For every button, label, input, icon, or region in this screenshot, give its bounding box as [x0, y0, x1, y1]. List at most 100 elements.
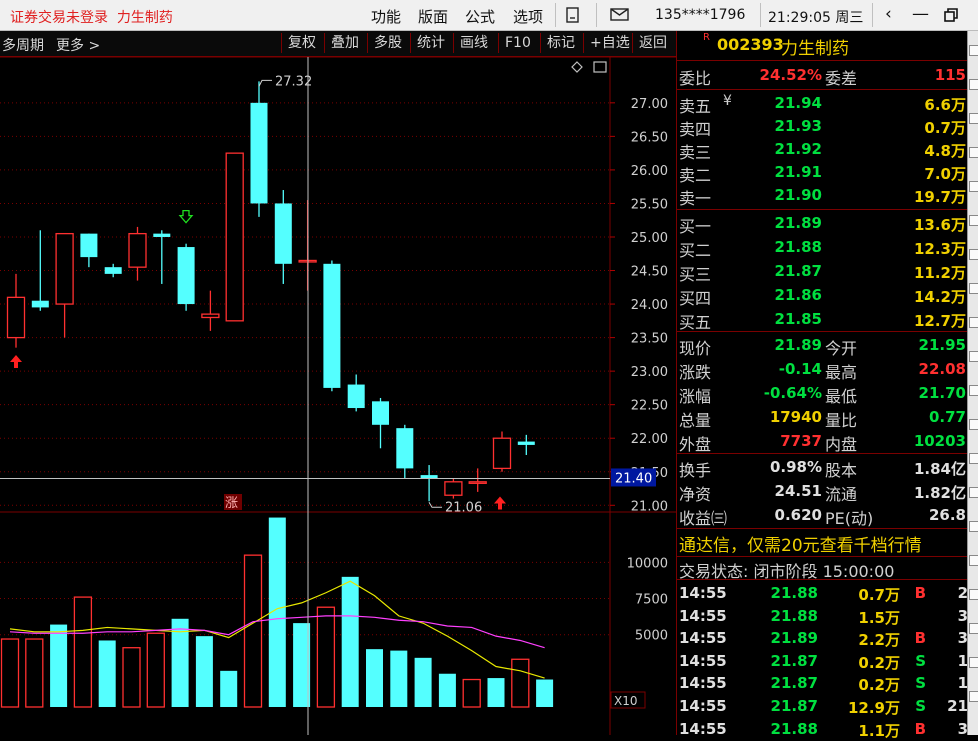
- side-icon-4[interactable]: [969, 147, 978, 158]
- return-button[interactable]: 返回: [632, 33, 667, 53]
- sell-label: 卖四: [679, 120, 712, 139]
- side-icon-3[interactable]: [969, 113, 978, 124]
- buy-row[interactable]: 买四 21.86 14.2万: [677, 284, 968, 308]
- tick-row[interactable]: 14:55 21.88 1.5万 3: [677, 605, 968, 628]
- fundamental-label: 流通: [825, 485, 858, 504]
- side-icon-13[interactable]: [969, 453, 978, 464]
- side-icon-19[interactable]: [969, 657, 978, 668]
- tick-price: 21.89: [770, 629, 818, 648]
- candle-body: [31, 300, 49, 308]
- buy-signal-arrow: [10, 354, 22, 368]
- side-icon-17[interactable]: [969, 589, 978, 600]
- tick-price: 21.88: [770, 584, 818, 602]
- overlay-button[interactable]: 叠加: [324, 33, 359, 53]
- stock-code: 002393: [717, 35, 784, 54]
- tick-row[interactable]: 14:55 21.87 0.2万 S 1: [677, 650, 968, 673]
- tick-row[interactable]: 14:55 21.88 0.7万 B 2: [677, 582, 968, 605]
- draw-line-button[interactable]: 画线: [453, 33, 488, 53]
- buy-row[interactable]: 买三 21.87 11.2万: [677, 260, 968, 284]
- weicha-label: 委差: [825, 69, 858, 88]
- minimize-icon[interactable]: —: [912, 4, 929, 24]
- side-icon-5[interactable]: [969, 181, 978, 192]
- f10-button[interactable]: F10: [498, 33, 531, 53]
- side-icon-12[interactable]: [969, 419, 978, 430]
- side-icon-11[interactable]: [969, 385, 978, 396]
- multi-stock-button[interactable]: 多股: [367, 33, 402, 53]
- tick-time: 14:55: [679, 606, 727, 625]
- tick-row[interactable]: 14:55 21.87 12.9万 S 21: [677, 695, 968, 718]
- tick-side: B: [914, 584, 926, 602]
- buy-volume: 12.7万: [913, 312, 966, 330]
- fq-button[interactable]: 复权: [281, 33, 316, 53]
- document-icon[interactable]: [566, 7, 580, 23]
- side-icon-7[interactable]: [969, 249, 978, 260]
- sell-row[interactable]: 卖二 21.91 7.0万: [677, 161, 968, 185]
- sell-signal-arrow: [178, 209, 194, 224]
- add-watchlist-button[interactable]: +自选: [583, 33, 630, 53]
- buy-volume: 12.3万: [913, 240, 966, 258]
- volume-bar: [316, 606, 336, 708]
- sell-price: 21.94: [774, 94, 822, 112]
- price-tick-label: 25.50: [631, 197, 668, 212]
- back-icon[interactable]: ‹: [885, 4, 892, 24]
- volume-bar: [414, 657, 432, 707]
- account-phone[interactable]: 135****1796: [655, 7, 745, 23]
- volume-bar: [536, 679, 554, 707]
- tick-side: B: [914, 629, 926, 648]
- kline-chart[interactable]: 27.00 26.50 26.00 25.50 25.00 24.50 24.00 23.50…: [0, 56, 676, 735]
- stat-label: 最高: [825, 363, 858, 382]
- sell-row[interactable]: 卖五 ¥21.94 6.6万: [677, 92, 968, 116]
- menu-formula[interactable]: 公式: [465, 6, 495, 27]
- buy-row[interactable]: 买一 21.89 13.6万: [677, 212, 968, 236]
- side-icon-8[interactable]: [969, 283, 978, 294]
- side-icon-14[interactable]: [969, 487, 978, 498]
- sell-row[interactable]: 卖三 21.92 4.8万: [677, 138, 968, 162]
- stats-button[interactable]: 统计: [410, 33, 445, 53]
- sell-price: 21.91: [774, 163, 822, 181]
- sell-row[interactable]: 卖四 21.93 0.7万: [677, 115, 968, 139]
- title-bar: 证券交易未登录 力生制药 功能 版面 公式 选项 135****1796 21:…: [0, 0, 978, 31]
- sell-label: 卖二: [679, 166, 712, 185]
- menu-options[interactable]: 选项: [513, 6, 543, 27]
- volume-bar: [122, 647, 141, 708]
- side-icon-18[interactable]: [969, 623, 978, 634]
- fundamental-label: 收益㈢: [679, 509, 728, 528]
- sell-row[interactable]: 卖一 21.90 19.7万: [677, 184, 968, 208]
- menu-function[interactable]: 功能: [371, 6, 401, 27]
- more-button[interactable]: 更多 >: [56, 35, 100, 55]
- side-icon-2[interactable]: [969, 79, 978, 90]
- multi-period-button[interactable]: 多周期: [2, 35, 44, 55]
- side-icon-1[interactable]: [969, 45, 978, 56]
- buy-price: 21.86: [774, 286, 822, 304]
- fundamental-value: 0.98%: [769, 458, 822, 476]
- mark-button[interactable]: 标记: [540, 33, 575, 53]
- buy-row[interactable]: 买五 21.85 12.7万: [677, 308, 968, 332]
- volume-bar: [146, 632, 165, 708]
- side-icon-9[interactable]: [969, 317, 978, 328]
- side-icon-10[interactable]: [969, 351, 978, 362]
- mail-icon[interactable]: [610, 8, 630, 22]
- price-tick-label: 26.00: [631, 164, 668, 179]
- tick-row[interactable]: 14:55 21.88 1.1万 B 3: [677, 718, 968, 741]
- side-icon-15[interactable]: [969, 521, 978, 532]
- price-tick-label: 24.00: [631, 298, 668, 313]
- stat-value: 10203: [913, 432, 966, 450]
- candle-body: [177, 247, 195, 305]
- promo-banner[interactable]: 通达信，仅需20元查看千档行情: [679, 531, 922, 556]
- side-icon-6[interactable]: [969, 215, 978, 226]
- tick-row[interactable]: 14:55 21.89 2.2万 B 3: [677, 627, 968, 650]
- menu-layout[interactable]: 版面: [418, 6, 448, 27]
- tick-price: 21.87: [770, 674, 818, 693]
- buy-row[interactable]: 买二 21.88 12.3万: [677, 236, 968, 260]
- candle-body: [468, 481, 487, 484]
- volume-unit-label: X10: [614, 694, 638, 708]
- kline-svg[interactable]: 27.00 26.50 26.00 25.50 25.00 24.50 24.00 23.50…: [0, 56, 676, 735]
- restore-icon[interactable]: [944, 8, 958, 22]
- candle-body: [153, 233, 171, 237]
- tick-row[interactable]: 14:55 21.87 0.2万 S 1: [677, 672, 968, 695]
- stat-label: 涨跌: [679, 363, 712, 382]
- fundamental-label: 股本: [825, 461, 858, 480]
- side-icon-16[interactable]: [969, 555, 978, 566]
- price-tick-label: 22.50: [631, 399, 668, 414]
- side-icon-20[interactable]: [969, 691, 978, 702]
